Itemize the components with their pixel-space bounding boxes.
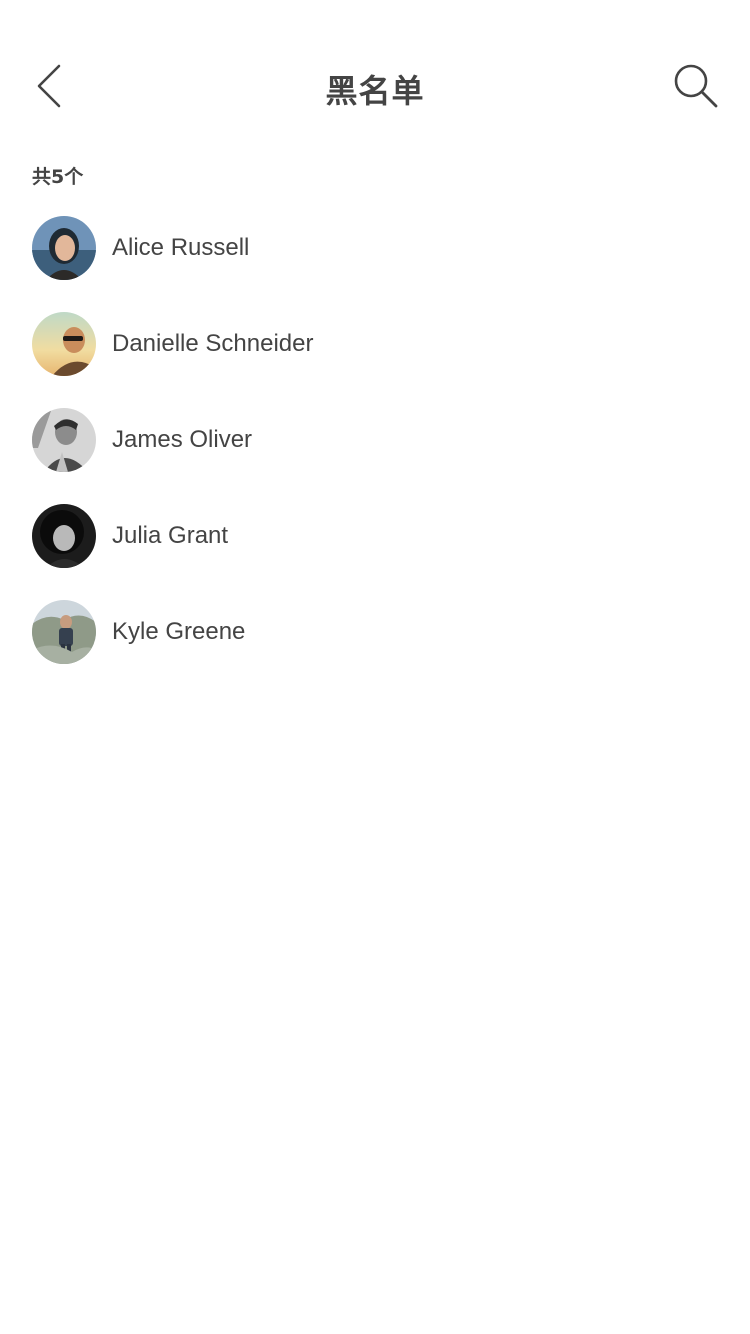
list-item[interactable]: Alice Russell — [0, 200, 750, 296]
user-name: Danielle Schneider — [112, 330, 314, 357]
search-icon — [673, 63, 719, 114]
list-item[interactable]: James Oliver — [0, 392, 750, 488]
user-name: James Oliver — [112, 426, 253, 453]
list-item[interactable]: Kyle Greene — [0, 584, 750, 680]
user-name: Julia Grant — [112, 522, 229, 549]
blacklist-count: 共5个 — [32, 166, 84, 188]
user-name: Alice Russell — [112, 234, 250, 261]
avatar — [32, 312, 96, 376]
user-name: Kyle Greene — [112, 618, 246, 645]
nav-bar: 黑名单 — [0, 40, 750, 136]
blacklist-page: 黑名单 共5个 Alice Russell Danielle Schneider… — [0, 0, 750, 1334]
list-item[interactable]: Julia Grant — [0, 488, 750, 584]
page-title: 黑名单 — [325, 72, 425, 110]
avatar — [32, 216, 96, 280]
avatar — [32, 408, 96, 472]
search-button[interactable] — [658, 50, 734, 126]
blacklist-list: Alice Russell Danielle Schneider James O… — [0, 200, 750, 680]
list-item[interactable]: Danielle Schneider — [0, 296, 750, 392]
avatar — [32, 600, 96, 664]
avatar — [32, 504, 96, 568]
